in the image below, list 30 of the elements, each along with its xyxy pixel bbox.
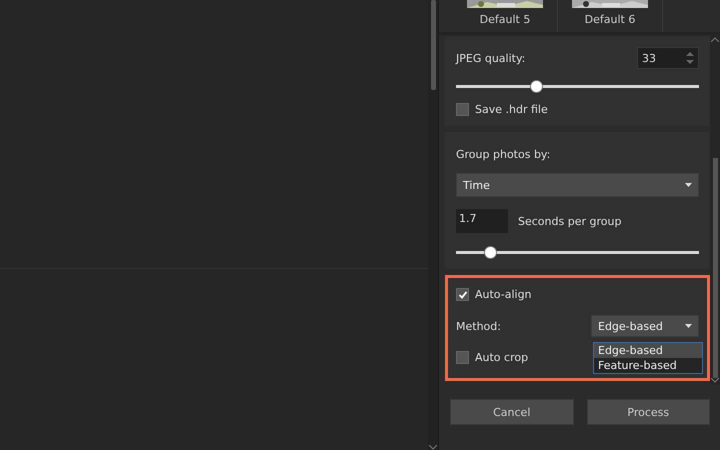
- dropdown[interactable]: Edge-based: [591, 315, 699, 338]
- checkbox-label: Auto crop: [475, 351, 528, 364]
- slider-thumb[interactable]: [484, 246, 498, 260]
- spin-arrows-icon[interactable]: [686, 51, 694, 66]
- checkbox-label: Save .hdr file: [475, 103, 548, 116]
- action-button[interactable]: Process: [586, 399, 710, 426]
- dropdown[interactable]: Time: [456, 173, 699, 198]
- slider-thumb[interactable]: [530, 80, 544, 94]
- number-field[interactable]: 1.7: [456, 209, 508, 234]
- chevron-up-icon[interactable]: [711, 37, 719, 42]
- chevron-down-icon[interactable]: [429, 445, 437, 450]
- scrollbar-thumb[interactable]: [712, 158, 718, 378]
- field-label: Group photos by:: [456, 148, 552, 162]
- preset-label: Default 6: [584, 13, 636, 26]
- scrollbar-thumb[interactable]: [430, 0, 436, 90]
- checkbox[interactable]: [456, 288, 469, 302]
- preset-label: Default 5: [480, 13, 530, 26]
- checkbox[interactable]: [456, 103, 469, 116]
- checkbox-label: Auto-align: [475, 288, 532, 302]
- action-button[interactable]: Cancel: [450, 399, 574, 426]
- checkbox[interactable]: [456, 351, 469, 364]
- field-label: JPEG quality:: [456, 52, 526, 65]
- menu-item[interactable]: Edge-based: [594, 343, 702, 358]
- menu-item[interactable]: Feature-based: [594, 358, 702, 374]
- dropdown-arrow-icon[interactable]: [685, 183, 692, 188]
- dropdown-arrow-icon[interactable]: [685, 324, 692, 328]
- chevron-down-icon[interactable]: [711, 378, 719, 384]
- number-spinner[interactable]: 33: [637, 47, 699, 70]
- field-label: Method:: [456, 320, 501, 333]
- field-label: Seconds per group: [518, 214, 622, 228]
